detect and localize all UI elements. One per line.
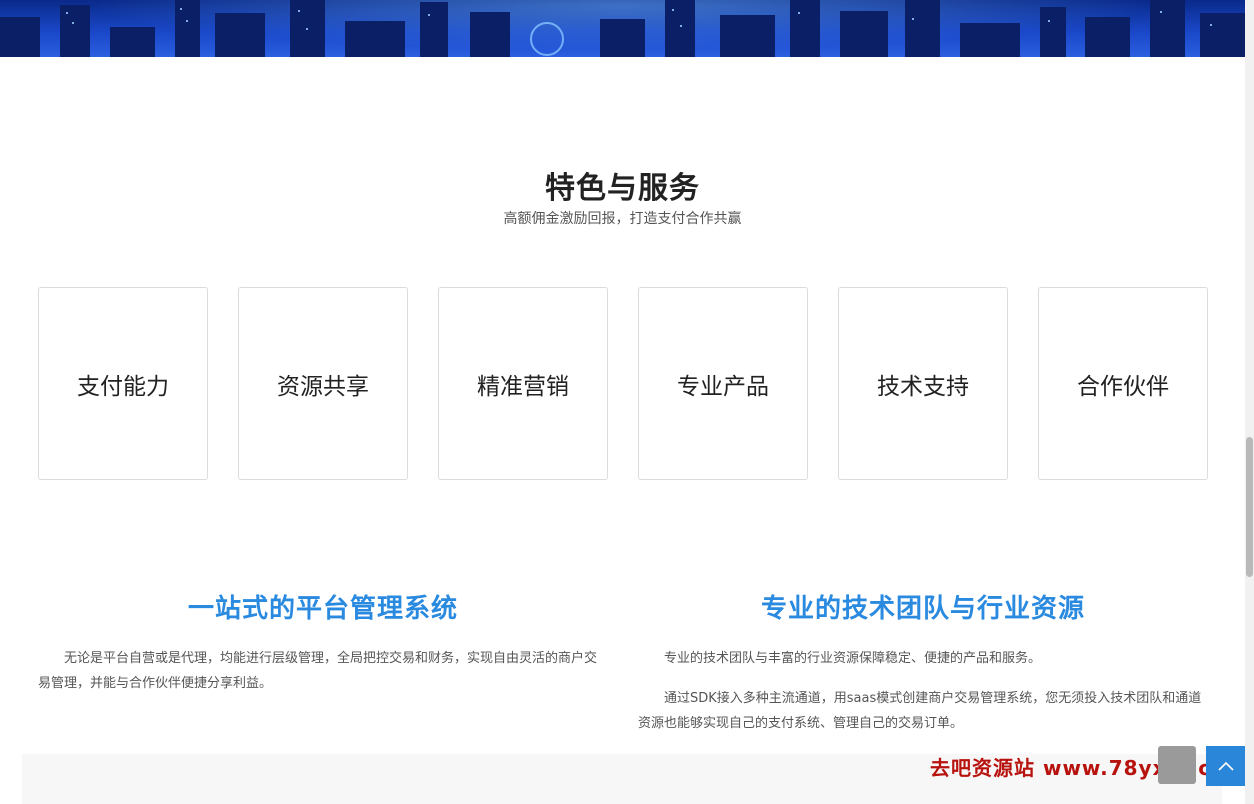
feature-card-professional-products[interactable]: 专业产品 xyxy=(638,287,808,480)
hero-banner-image xyxy=(0,0,1245,57)
section-title: 特色与服务 xyxy=(545,171,700,206)
feature-cards: 支付能力 资源共享 精准营销 专业产品 技术支持 合作伙伴 xyxy=(38,287,1208,480)
tech-team-title: 专业的技术团队与行业资源 xyxy=(760,594,1085,624)
feature-card-partners[interactable]: 合作伙伴 xyxy=(1038,287,1208,480)
tech-team-text-2: 通过SDK接入多种主流通道，用saas模式创建商户交易管理系统，您无须投入技术团… xyxy=(638,691,1202,731)
feature-card-label: 合作伙伴 xyxy=(1077,373,1169,400)
feature-card-label: 技术支持 xyxy=(877,373,969,400)
back-to-top-button[interactable] xyxy=(1206,746,1246,786)
feature-card-label: 支付能力 xyxy=(77,373,169,400)
feature-card-tech-support[interactable]: 技术支持 xyxy=(838,287,1008,480)
feature-card-resource-sharing[interactable]: 资源共享 xyxy=(238,287,408,480)
scrollbar-thumb[interactable] xyxy=(1246,437,1253,577)
float-grey-button[interactable] xyxy=(1158,746,1196,784)
platform-management-text: 无论是平台自营或是代理，均能进行层级管理，全局把控交易和财务，实现自由灵活的商户… xyxy=(38,651,598,691)
feature-card-payment[interactable]: 支付能力 xyxy=(38,287,208,480)
tech-team-text-1: 专业的技术团队与丰富的行业资源保障稳定、便捷的产品和服务。 xyxy=(664,651,1042,666)
arrow-up-icon xyxy=(1218,761,1234,771)
platform-management-title: 一站式的平台管理系统 xyxy=(187,594,458,624)
feature-card-label: 精准营销 xyxy=(477,373,569,400)
page-scrollbar[interactable] xyxy=(1245,0,1254,804)
feature-card-label: 资源共享 xyxy=(277,373,369,400)
feature-card-label: 专业产品 xyxy=(677,373,769,400)
section-subtitle: 高额佣金激励回报，打造支付合作共赢 xyxy=(503,211,742,227)
feature-card-precision-marketing[interactable]: 精准营销 xyxy=(438,287,608,480)
